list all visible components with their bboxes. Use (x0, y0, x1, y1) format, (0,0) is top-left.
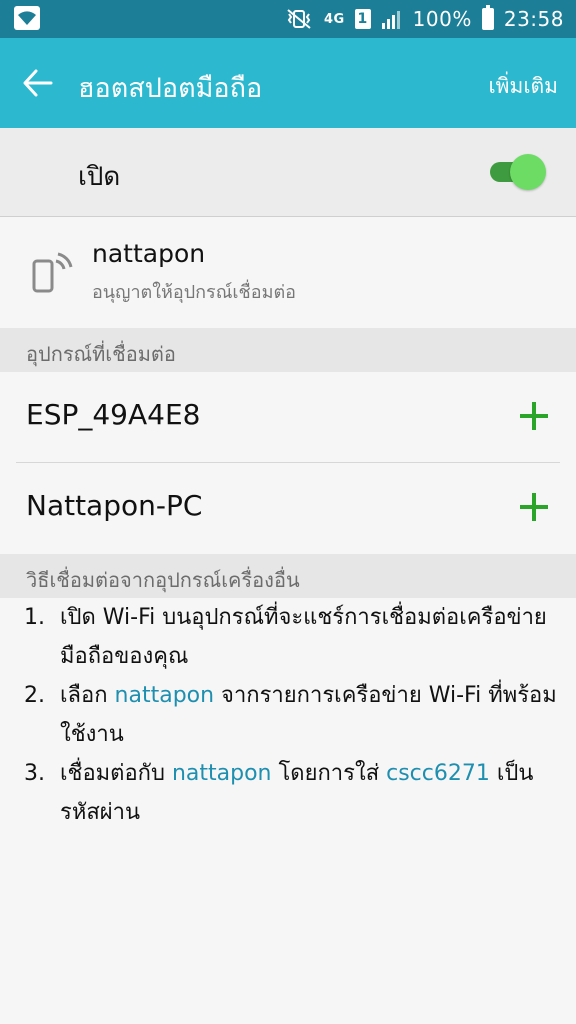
device-row[interactable]: Nattapon-PC (0, 463, 576, 553)
instructions-list: 1. เปิด Wi-Fi บนอุปกรณ์ที่จะแชร์การเชื่อม… (0, 598, 576, 832)
phone-hotspot-icon (30, 247, 76, 297)
signal-icon (381, 9, 403, 29)
battery-percent: 100% (412, 7, 472, 31)
sim-slot-icon: 1 (354, 9, 371, 29)
hotspot-password: cscc6271 (386, 761, 490, 786)
connect-other-devices-header: วิธีเชื่อมต่อจากอุปกรณ์เครื่องอื่น (0, 554, 576, 598)
app-bar: ฮอตสปอตมือถือ เพิ่มเติม (0, 38, 576, 128)
device-name: Nattapon-PC (26, 489, 203, 522)
hotspot-name-link: nattapon (114, 683, 215, 708)
step-text: เลือก (60, 683, 115, 708)
network-type-label: 4G (323, 11, 345, 27)
battery-icon (481, 5, 494, 30)
vibrate-mute-icon (284, 8, 314, 30)
connected-devices-header-label: อุปกรณ์ที่เชื่อมต่อ (26, 342, 176, 366)
instruction-step: 1. เปิด Wi-Fi บนอุปกรณ์ที่จะแชร์การเชื่อม… (0, 598, 576, 676)
page-title: ฮอตสปอตมือถือ (78, 73, 263, 104)
plus-icon[interactable] (518, 400, 550, 432)
hotspot-name: nattapon (92, 239, 206, 268)
arrow-back-icon[interactable] (22, 68, 54, 98)
switch-label: เปิด (78, 162, 121, 192)
device-name: ESP_49A4E8 (26, 398, 201, 431)
step-number: 3. (24, 761, 45, 786)
step-number: 2. (24, 683, 45, 708)
hotspot-toggle[interactable] (488, 154, 548, 190)
wifi-icon (14, 6, 40, 30)
hotspot-master-switch-row[interactable]: เปิด (0, 128, 576, 217)
status-bar: 4G 1 100% 23:58 (0, 0, 576, 38)
step-text: เปิด Wi-Fi บนอุปกรณ์ที่จะแชร์การเชื่อมต่… (60, 605, 547, 669)
step-number: 1. (24, 605, 45, 630)
device-row[interactable]: ESP_49A4E8 (0, 372, 576, 462)
clock: 23:58 (503, 7, 564, 31)
instruction-step: 2. เลือก nattapon จากรายการเครือข่าย Wi-F… (0, 676, 576, 754)
instruction-step: 3. เชื่อมต่อกับ nattapon โดยการใส่ cscc62… (0, 754, 576, 832)
hotspot-subtitle: อนุญาตให้อุปกรณ์เชื่อมต่อ (92, 282, 296, 303)
hotspot-name-link: nattapon (171, 761, 272, 786)
more-button[interactable]: เพิ่มเติม (488, 70, 558, 103)
plus-icon[interactable] (518, 491, 550, 523)
hotspot-name-row[interactable]: nattapon อนุญาตให้อุปกรณ์เชื่อมต่อ (0, 217, 576, 327)
connect-other-devices-header-label: วิธีเชื่อมต่อจากอุปกรณ์เครื่องอื่น (26, 568, 300, 592)
step-text: เชื่อมต่อกับ (60, 761, 172, 786)
connected-devices-header: อุปกรณ์ที่เชื่อมต่อ (0, 328, 576, 372)
step-text: โดยการใส่ (271, 761, 387, 786)
toggle-knob (510, 154, 546, 190)
